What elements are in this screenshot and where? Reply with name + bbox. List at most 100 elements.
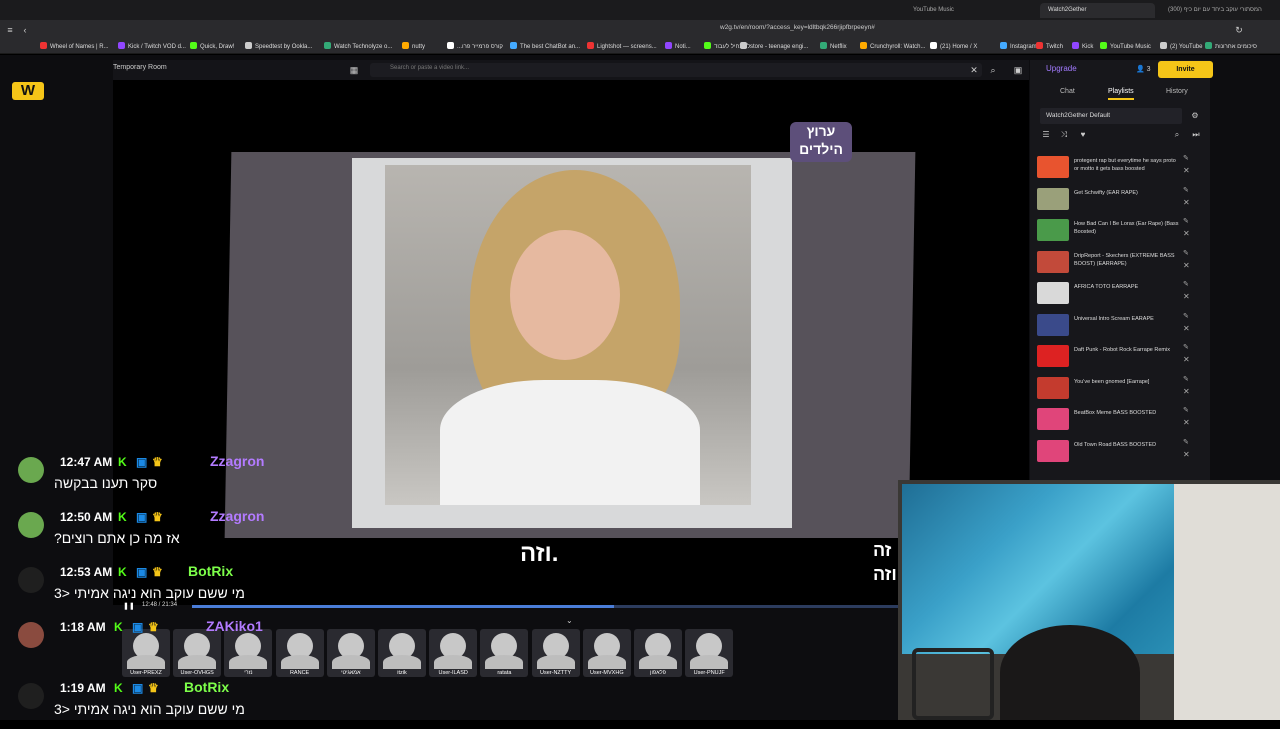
edit-icon[interactable]: ✎ <box>1183 217 1189 225</box>
bookmark-item[interactable]: Twitch <box>1036 42 1063 50</box>
bookmark-item[interactable]: Kick <box>1072 42 1093 50</box>
bookmark-label: (21) Home / X <box>940 44 978 50</box>
grid-icon[interactable]: ▦ <box>347 63 361 77</box>
user-tile[interactable]: itzik <box>378 629 426 677</box>
chat-text: ?אז מה כן אתם רוצים <box>54 530 180 546</box>
remove-icon[interactable]: ✕ <box>1183 355 1190 364</box>
user-name: User-OVHGS <box>180 670 214 676</box>
edit-icon[interactable]: ✎ <box>1183 438 1189 446</box>
tab-youtube-music[interactable]: YouTube Music <box>905 3 1025 18</box>
bookmark-label: Noti... <box>675 44 691 50</box>
bookmark-item[interactable]: Watch Technolyze o... <box>324 42 392 50</box>
user-avatar-body <box>536 655 575 669</box>
playlist-item[interactable]: BeatBox Meme BASS BOOSTED ✎ ✕ <box>1037 406 1202 436</box>
bookmark-item[interactable]: (2) YouTube <box>1160 42 1202 50</box>
bookmark-item[interactable]: Instagram <box>1000 42 1037 50</box>
chevron-down-icon[interactable]: ⌄ <box>566 616 573 625</box>
user-count[interactable]: 👤 3 <box>1136 65 1151 73</box>
chat-username: ZAKiko1 <box>206 618 263 634</box>
skip-icon[interactable]: ⏭ <box>1189 128 1203 142</box>
bookmark-item[interactable]: Netflix <box>820 42 847 50</box>
playlist-search-icon[interactable]: ⌕ <box>1170 128 1184 142</box>
edit-icon[interactable]: ✎ <box>1183 343 1189 351</box>
playlist-item[interactable]: AFRICA TOTO EARRAPE ✎ ✕ <box>1037 280 1202 310</box>
user-tile[interactable]: ratata <box>480 629 529 677</box>
clear-search-icon[interactable]: ✕ <box>967 63 981 77</box>
bookmark-item[interactable]: YouTube Music <box>1100 42 1151 50</box>
list-icon[interactable]: ☰ <box>1039 128 1053 142</box>
remove-icon[interactable]: ✕ <box>1183 387 1190 396</box>
playlist-item-title: AFRICA TOTO EARRAPE <box>1074 284 1139 290</box>
edit-icon[interactable]: ✎ <box>1183 375 1189 383</box>
bookmark-item[interactable]: Crunchyroll: Watch... <box>860 42 925 50</box>
user-tile[interactable]: User-MVXHG <box>582 629 631 677</box>
remove-icon[interactable]: ✕ <box>1183 229 1190 238</box>
playlist-item[interactable]: Old Town Road BASS BOOSTED ✎ ✕ <box>1037 438 1202 468</box>
chat-avatar <box>18 683 44 709</box>
user-tile[interactable]: User-PNUJF <box>685 629 734 677</box>
user-avatar-body <box>587 655 626 669</box>
tab-youtube-video[interactable]: (300) המסתורי עוקב ביחד עם יום כיף <box>1160 3 1278 18</box>
tab-watch2gether[interactable]: Watch2Gether <box>1040 3 1155 18</box>
bookmark-item[interactable]: Lightshot — screens... <box>587 42 657 50</box>
edit-icon[interactable]: ✎ <box>1183 406 1189 414</box>
bookmark-item[interactable]: Noti... <box>665 42 691 50</box>
user-tile[interactable]: User-NZTTY <box>531 629 580 677</box>
bookmark-label: Watch Technolyze o... <box>334 44 393 50</box>
edit-icon[interactable]: ✎ <box>1183 312 1189 320</box>
user-tile[interactable]: אמאגיטי <box>326 629 375 677</box>
playlist-item[interactable]: DripReport - Skechers (EXTREME BASS BOOS… <box>1037 249 1202 279</box>
playlist-item[interactable]: How Bad Can I Be Lorax (Ear Rape) (Bass … <box>1037 217 1202 247</box>
settings-icon[interactable]: ⚙ <box>1188 109 1202 123</box>
bookmark-item[interactable]: Wheel of Names | R... <box>40 42 109 50</box>
tab-playlists[interactable]: Playlists <box>1108 88 1134 100</box>
menu-icon[interactable]: ≡ <box>3 23 17 37</box>
edit-icon[interactable]: ✎ <box>1183 249 1189 257</box>
playlist-item[interactable]: Daft Punk - Robot Rock Earrape Remix ✎ ✕ <box>1037 343 1202 373</box>
tab-chat[interactable]: Chat <box>1060 88 1075 95</box>
user-tile[interactable]: פלאפון <box>634 629 682 677</box>
panel-icon[interactable]: ▣ <box>1011 63 1025 77</box>
w2g-logo[interactable]: W <box>12 82 44 100</box>
remove-icon[interactable]: ✕ <box>1183 198 1190 207</box>
remove-icon[interactable]: ✕ <box>1183 166 1190 175</box>
bookmark-item[interactable]: סיכומים אחרונות <box>1205 42 1257 50</box>
bookmark-item[interactable]: Speedtest by Ookla... <box>245 42 312 50</box>
remove-icon[interactable]: ✕ <box>1183 324 1190 333</box>
shuffle-icon[interactable]: ⤨ <box>1057 128 1071 142</box>
bookmark-item[interactable]: ...קורס פרמייר פרו <box>447 42 503 50</box>
edit-icon[interactable]: ✎ <box>1183 186 1189 194</box>
playlist-select[interactable]: Watch2Gether Default <box>1040 108 1182 124</box>
user-avatar-body <box>690 655 729 669</box>
bookmark-item[interactable]: Quick, Draw! <box>190 42 234 50</box>
user-name: itzik <box>397 670 407 676</box>
reload-icon[interactable]: ↻ <box>1232 23 1246 37</box>
bookmark-item[interactable]: Kick / Twitch VOD d... <box>118 42 186 50</box>
chat-avatar <box>18 567 44 593</box>
back-icon[interactable]: ‹ <box>18 23 32 37</box>
remove-icon[interactable]: ✕ <box>1183 292 1190 301</box>
bookmark-item[interactable]: The best ChatBot an... <box>510 42 580 50</box>
playlist-item[interactable]: Universal Intro Scream EARAPE ✎ ✕ <box>1037 312 1202 342</box>
bookmark-item[interactable]: (21) Home / X <box>930 42 977 50</box>
remove-icon[interactable]: ✕ <box>1183 450 1190 459</box>
edit-icon[interactable]: ✎ <box>1183 154 1189 162</box>
search-icon[interactable]: ⌕ <box>986 63 1000 77</box>
upgrade-link[interactable]: Upgrade <box>1046 64 1077 73</box>
heart-icon[interactable]: ♥ <box>1076 128 1090 142</box>
user-tile[interactable]: User-ILASD <box>429 629 478 677</box>
tab-history[interactable]: History <box>1166 88 1188 95</box>
playlist-item[interactable]: protegent rap but everytime he says prot… <box>1037 154 1202 184</box>
edit-icon[interactable]: ✎ <box>1183 280 1189 288</box>
chat-timestamp: 1:18 AM <box>60 620 106 634</box>
bookmark-item[interactable]: nutty <box>402 42 425 50</box>
bookmark-favicon-icon <box>665 42 672 49</box>
bookmark-item[interactable]: store - teenage engi... <box>740 42 808 50</box>
playlist-item[interactable]: You've been gnomed [Earrape] ✎ ✕ <box>1037 375 1202 405</box>
search-input[interactable]: Search or paste a video link... <box>390 65 469 71</box>
invite-button[interactable]: Invite <box>1158 61 1213 78</box>
playlist-item[interactable]: Get Schwifty (EAR RAPE) ✎ ✕ <box>1037 186 1202 216</box>
remove-icon[interactable]: ✕ <box>1183 418 1190 427</box>
url-field[interactable]: w2g.tv/en/room/?access_key=ldltbqk266rji… <box>720 24 875 31</box>
remove-icon[interactable]: ✕ <box>1183 261 1190 270</box>
